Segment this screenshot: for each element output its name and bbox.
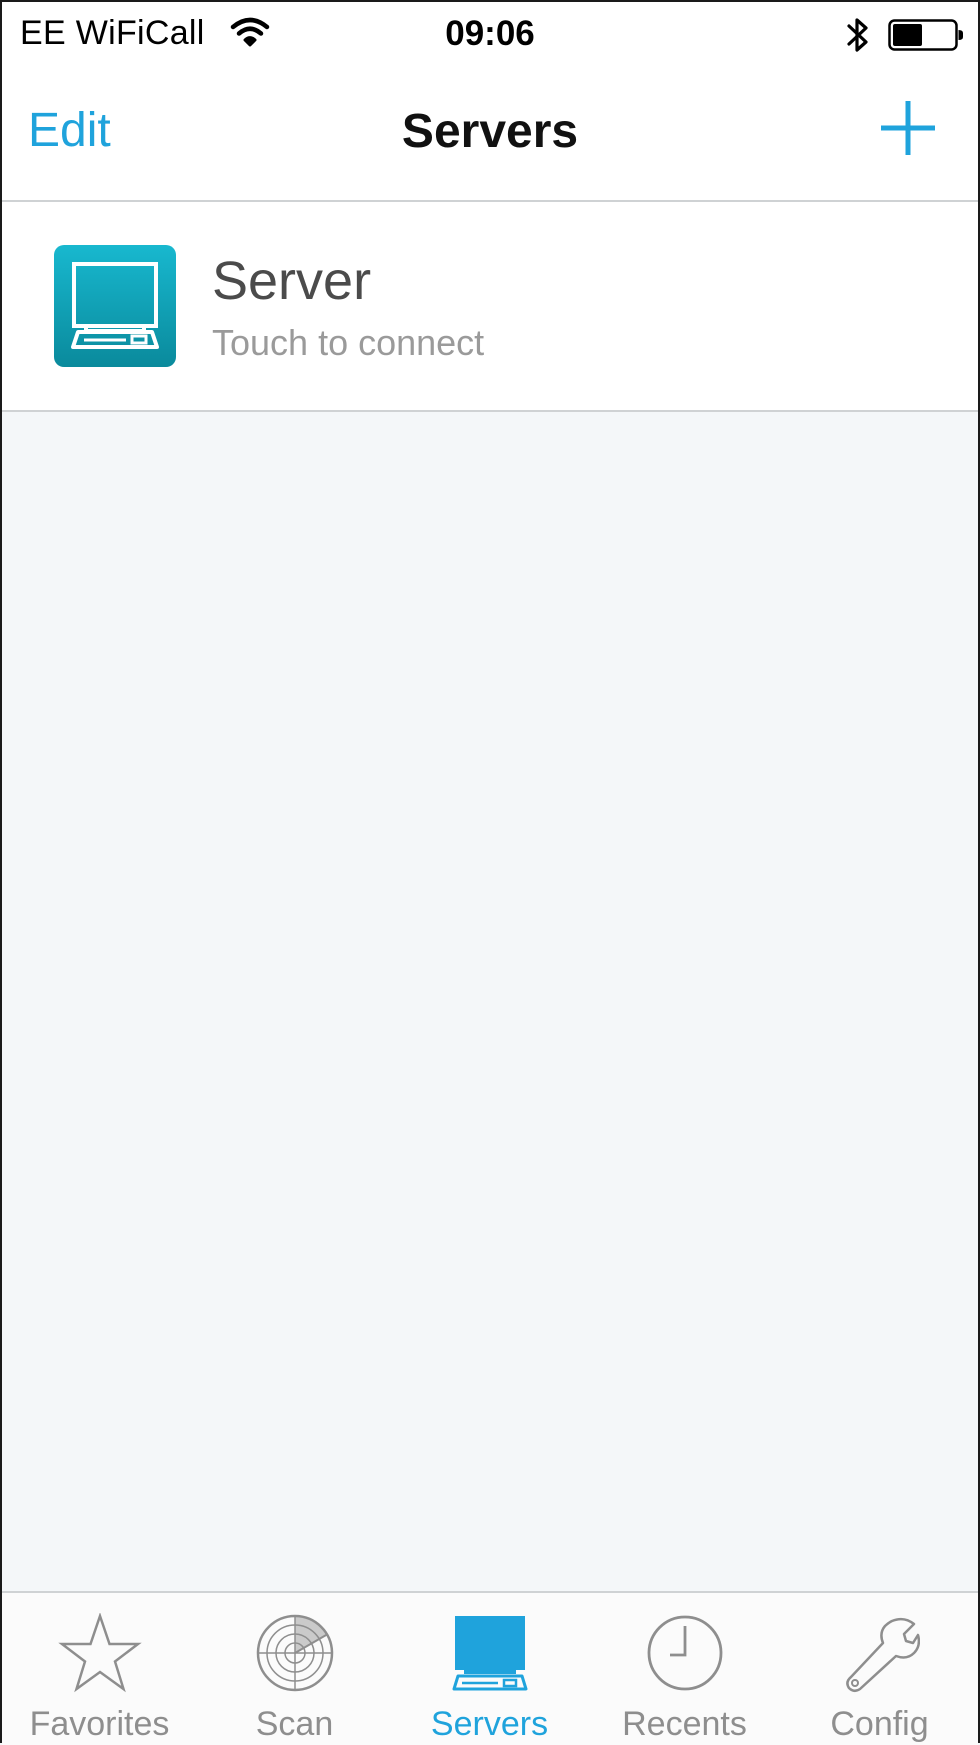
navigation-bar: Edit Servers	[2, 70, 978, 202]
radar-icon	[256, 1614, 333, 1692]
status-bar: EE WiFiCall 09:06	[2, 2, 978, 70]
tab-label: Servers	[430, 1705, 549, 1743]
server-name: Server	[212, 251, 372, 311]
tab-servers[interactable]: Servers	[392, 1593, 587, 1745]
tab-config[interactable]: Config	[782, 1593, 977, 1745]
app-screen: EE WiFiCall 09:06 Edit Servers Server To…	[0, 0, 980, 1745]
computer-icon	[452, 1616, 527, 1691]
battery-icon	[888, 19, 963, 51]
tab-favorites[interactable]: Favorites	[2, 1593, 197, 1745]
tab-scan[interactable]: Scan	[197, 1593, 392, 1745]
star-icon	[57, 1613, 142, 1693]
computer-icon	[54, 245, 176, 367]
bluetooth-icon	[847, 18, 868, 52]
tab-recents[interactable]: Recents	[587, 1593, 782, 1745]
status-time: 09:06	[445, 14, 535, 53]
tab-label: Favorites	[29, 1705, 170, 1743]
page-title: Servers	[401, 105, 579, 158]
clock-icon	[647, 1615, 722, 1691]
tab-label: Config	[830, 1705, 929, 1743]
server-subtitle: Touch to connect	[212, 322, 485, 363]
server-list-item[interactable]: Server Touch to connect	[2, 202, 978, 412]
tab-label: Scan	[255, 1705, 334, 1743]
wrench-icon	[845, 1617, 920, 1692]
tab-bar: Favorites Scan Servers Recents Config	[2, 1591, 978, 1745]
plus-icon[interactable]	[878, 98, 938, 158]
tab-label: Recents	[622, 1705, 747, 1743]
